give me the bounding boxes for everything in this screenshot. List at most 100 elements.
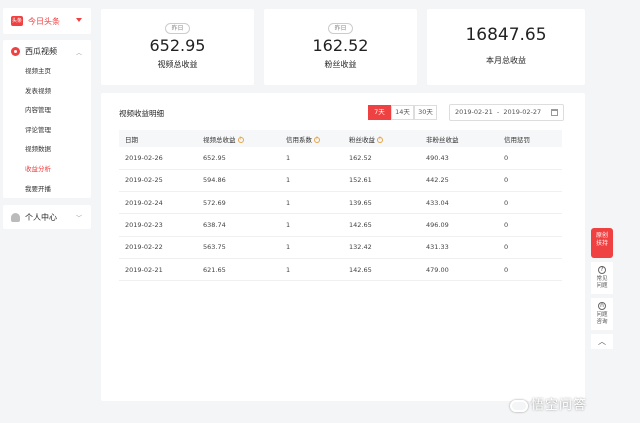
sidebar-menu: 西瓜视频 ︿ 视频主页 发表视频 内容管理 评论管理 视频数据 收益分析 我要开… [3, 40, 91, 198]
cell-credit-factor: 1 [280, 147, 343, 170]
cell-credit-penalty: 0 [498, 169, 562, 193]
table-row: 2019-02-24 572.69 1 139.65 433.04 0 [119, 191, 562, 215]
cell-fan-revenue: 152.61 [343, 169, 420, 193]
cell-credit-penalty: 0 [498, 147, 562, 170]
original-support-button[interactable]: 原创扶持 [591, 228, 613, 258]
cell-credit-factor: 1 [280, 236, 343, 259]
help-icon[interactable]: ? [314, 136, 320, 143]
back-to-top-button[interactable]: ︿ [591, 334, 613, 349]
caret-down-icon [76, 18, 82, 22]
range-30d-button[interactable]: 30天 [414, 105, 437, 120]
range-14d-button[interactable]: 14天 [391, 105, 414, 120]
user-center-label: 个人中心 [25, 212, 57, 222]
faq-button[interactable]: ? 常见问题 [591, 262, 613, 294]
stat-label: 本月总收益 [486, 56, 526, 65]
cell-credit-penalty: 0 [498, 236, 562, 259]
stat-label: 视频总收益 [157, 60, 198, 69]
revenue-detail-panel: 视频收益明细 7天 14天 30天 2019-02-21 - 2019-02-2… [101, 93, 585, 401]
sidebar-section-header[interactable]: 西瓜视频 ︿ [3, 40, 91, 62]
sidebar-item-content[interactable]: 内容管理 [3, 101, 91, 121]
cell-fan-revenue: 132.42 [343, 236, 420, 259]
consult-button[interactable]: ∩ 问题咨询 [591, 298, 613, 330]
cell-nonfan-revenue: 431.33 [420, 236, 498, 259]
stat-badge: 昨日 [165, 23, 190, 34]
stat-value: 652.95 [149, 36, 206, 55]
cell-credit-factor: 1 [280, 213, 343, 237]
sidebar-item-video-home[interactable]: 视频主页 [3, 62, 91, 82]
cell-nonfan-revenue: 442.25 [420, 169, 498, 193]
cell-fan-revenue: 162.52 [343, 147, 420, 170]
cell-date: 2019-02-22 [119, 236, 197, 259]
date-range-picker[interactable]: 2019-02-21 - 2019-02-27 [449, 104, 564, 121]
col-header-fan-revenue: 粉丝收益? [343, 130, 420, 147]
arrow-up-icon: ︿ [598, 337, 606, 346]
app-logo-icon: 头条 [11, 16, 23, 26]
revenue-table: 日期 视频总收益? 信用系数? 粉丝收益? 非粉丝收益 信用惩罚 2019-02… [119, 130, 562, 282]
stat-card-fan-revenue: 昨日 162.52 粉丝收益 [264, 9, 417, 85]
cell-nonfan-revenue: 479.00 [420, 258, 498, 282]
cell-video-revenue: 563.75 [197, 236, 280, 259]
table-header-row: 日期 视频总收益? 信用系数? 粉丝收益? 非粉丝收益 信用惩罚 [119, 130, 562, 147]
table-row: 2019-02-22 563.75 1 132.42 431.33 0 [119, 236, 562, 259]
sidebar-item-video-data[interactable]: 视频数据 [3, 140, 91, 160]
cell-fan-revenue: 139.65 [343, 191, 420, 215]
location-pin-icon [11, 46, 20, 56]
stat-badge: 昨日 [328, 23, 353, 34]
cell-fan-revenue: 142.65 [343, 258, 420, 282]
sidebar-item-publish[interactable]: 发表视频 [3, 82, 91, 102]
col-header-credit-penalty: 信用惩罚 [498, 130, 562, 147]
app-name: 今日头条 [28, 16, 60, 26]
table-row: 2019-02-21 621.65 1 142.65 479.00 0 [119, 258, 562, 282]
table-row: 2019-02-25 594.86 1 152.61 442.25 0 [119, 169, 562, 193]
sidebar-section-title: 西瓜视频 [25, 46, 57, 56]
cell-credit-factor: 1 [280, 191, 343, 215]
cell-credit-penalty: 0 [498, 258, 562, 282]
help-icon[interactable]: ? [377, 136, 383, 143]
floating-toolbar: 原创扶持 ? 常见问题 ∩ 问题咨询 ︿ [591, 228, 615, 349]
consult-label: 问题咨询 [596, 312, 608, 325]
table-row: 2019-02-23 638.74 1 142.65 496.09 0 [119, 213, 562, 237]
panel-title: 视频收益明细 [119, 109, 164, 118]
cell-date: 2019-02-26 [119, 147, 197, 170]
cell-fan-revenue: 142.65 [343, 213, 420, 237]
cell-date: 2019-02-21 [119, 258, 197, 282]
cell-date: 2019-02-24 [119, 191, 197, 215]
table-row: 2019-02-26 652.95 1 162.52 490.43 0 [119, 147, 562, 170]
stat-value: 162.52 [312, 36, 369, 55]
col-header-date: 日期 [119, 130, 197, 147]
chevron-up-icon: ︿ [75, 50, 82, 57]
col-header-nonfan-revenue: 非粉丝收益 [420, 130, 498, 147]
cell-nonfan-revenue: 496.09 [420, 213, 498, 237]
sidebar-item-user-center[interactable]: 个人中心 ﹀ [3, 205, 91, 229]
cell-video-revenue: 594.86 [197, 169, 280, 193]
cell-credit-penalty: 0 [498, 191, 562, 215]
sidebar-item-revenue[interactable]: 收益分析 [3, 160, 91, 180]
headset-icon: ∩ [598, 302, 606, 310]
help-icon[interactable]: ? [237, 136, 244, 143]
chat-bubble-icon [510, 399, 528, 412]
question-icon: ? [598, 266, 606, 274]
cell-video-revenue: 638.74 [197, 213, 280, 237]
cell-date: 2019-02-23 [119, 213, 197, 237]
sidebar-item-comments[interactable]: 评论管理 [3, 121, 91, 141]
stat-value: 16847.65 [465, 25, 547, 45]
cell-date: 2019-02-25 [119, 169, 197, 193]
col-header-credit-factor: 信用系数? [280, 130, 343, 147]
stat-card-month-revenue: 16847.65 本月总收益 [427, 9, 585, 85]
faq-label: 常见问题 [596, 276, 608, 289]
chevron-down-icon: ﹀ [75, 215, 82, 222]
stat-label: 粉丝收益 [324, 60, 357, 69]
sidebar-item-live[interactable]: 我要开播 [3, 180, 91, 200]
watermark: 悟空问答 [510, 394, 587, 413]
range-7d-button[interactable]: 7天 [368, 105, 391, 120]
cell-nonfan-revenue: 433.04 [420, 191, 498, 215]
cell-credit-penalty: 0 [498, 213, 562, 237]
cell-nonfan-revenue: 490.43 [420, 147, 498, 170]
cell-credit-factor: 1 [280, 258, 343, 282]
app-switcher[interactable]: 头条 今日头条 [3, 8, 91, 34]
cell-video-revenue: 652.95 [197, 147, 280, 170]
cell-video-revenue: 572.69 [197, 191, 280, 215]
cell-video-revenue: 621.65 [197, 258, 280, 282]
cell-credit-factor: 1 [280, 169, 343, 193]
range-selector: 7天 14天 30天 [368, 105, 437, 120]
